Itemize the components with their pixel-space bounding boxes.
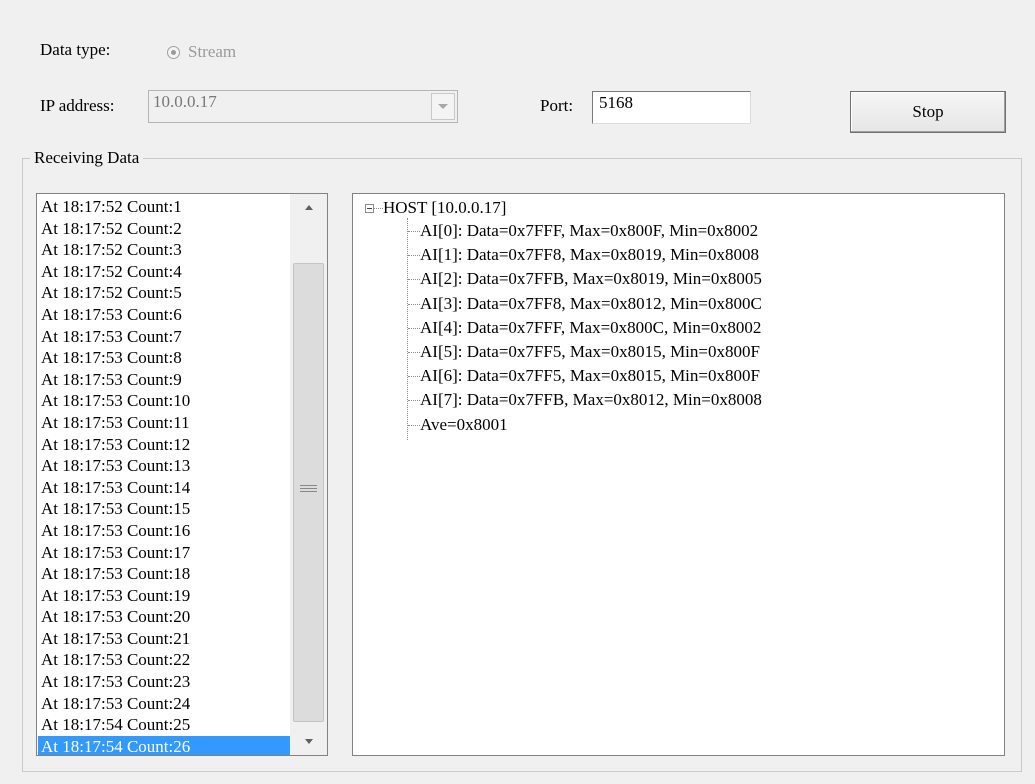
vertical-scrollbar[interactable] — [290, 194, 327, 755]
scroll-down-button[interactable] — [290, 728, 327, 755]
radio-icon — [167, 45, 180, 59]
list-item[interactable]: At 18:17:53 Count:12 — [38, 434, 290, 456]
tree-node[interactable]: Ave=0x8001 — [420, 414, 508, 436]
tree-node[interactable]: AI[6]: Data=0x7FF5, Max=0x8015, Min=0x80… — [420, 365, 760, 387]
scroll-up-icon — [304, 205, 313, 210]
tree-connector — [407, 218, 408, 440]
list-item[interactable]: At 18:17:53 Count:17 — [38, 542, 290, 564]
tree-connector — [408, 352, 420, 353]
list-item[interactable]: At 18:17:52 Count:3 — [38, 239, 290, 261]
list-item[interactable]: At 18:17:52 Count:5 — [38, 282, 290, 304]
list-item[interactable]: At 18:17:53 Count:15 — [38, 498, 290, 520]
port-value: 5168 — [599, 93, 633, 112]
stop-button[interactable]: Stop — [850, 91, 1006, 133]
data-tree-view[interactable]: HOST [10.0.0.17] AI[0]: Data=0x7FFF, Max… — [352, 193, 1005, 756]
tree-connector — [408, 400, 420, 402]
list-item[interactable]: At 18:17:53 Count:21 — [38, 628, 290, 650]
list-item[interactable]: At 18:17:54 Count:25 — [38, 714, 290, 736]
list-item[interactable]: At 18:17:53 Count:10 — [38, 390, 290, 412]
scroll-down-icon — [304, 739, 313, 744]
tree-content: HOST [10.0.0.17] AI[0]: Data=0x7FFF, Max… — [353, 194, 1004, 755]
list-item[interactable]: At 18:17:53 Count:13 — [38, 455, 290, 477]
grip-line — [300, 485, 317, 486]
tree-node[interactable]: AI[4]: Data=0x7FFF, Max=0x800C, Min=0x80… — [420, 317, 761, 339]
list-item[interactable]: At 18:17:53 Count:23 — [38, 671, 290, 693]
list-item[interactable]: At 18:17:52 Count:4 — [38, 261, 290, 283]
port-label: Port: — [540, 96, 574, 115]
list-item[interactable]: At 18:17:53 Count:20 — [38, 606, 290, 628]
stop-button-label: Stop — [912, 102, 944, 121]
receiving-data-title: Receiving Data — [30, 148, 144, 168]
tree-node[interactable]: AI[5]: Data=0x7FF5, Max=0x8015, Min=0x80… — [420, 341, 760, 363]
tree-node[interactable]: AI[1]: Data=0x7FF8, Max=0x8019, Min=0x80… — [420, 244, 759, 266]
dropdown-button[interactable] — [431, 93, 455, 120]
data-type-label: Data type: — [40, 40, 111, 59]
tree-connector — [408, 327, 420, 329]
list-item[interactable]: At 18:17:53 Count:11 — [38, 412, 290, 434]
ip-address-value: 10.0.0.17 — [153, 92, 217, 111]
tree-connector — [408, 376, 420, 378]
tree-node[interactable]: AI[7]: Data=0x7FFB, Max=0x8012, Min=0x80… — [420, 389, 762, 411]
list-item[interactable]: At 18:17:53 Count:16 — [38, 520, 290, 542]
list-item[interactable]: At 18:17:53 Count:19 — [38, 585, 290, 607]
collapse-icon[interactable] — [365, 204, 374, 213]
tree-connector — [408, 255, 420, 257]
scrollbar-thumb[interactable] — [293, 263, 324, 722]
list-item[interactable]: At 18:17:53 Count:6 — [38, 304, 290, 326]
tree-connector — [374, 208, 383, 209]
stream-radio[interactable]: Stream — [167, 42, 236, 62]
grip-line — [300, 491, 317, 492]
tree-node[interactable]: AI[3]: Data=0x7FF8, Max=0x8012, Min=0x80… — [420, 293, 762, 315]
list-item[interactable]: At 18:17:53 Count:18 — [38, 563, 290, 585]
list-item[interactable]: At 18:17:53 Count:24 — [38, 693, 290, 715]
ip-address-label: IP address: — [40, 96, 115, 115]
receive-log-items: At 18:17:52 Count:1 At 18:17:52 Count:2 At… — [38, 196, 290, 755]
list-item[interactable]: At 18:17:53 Count:8 — [38, 347, 290, 369]
tree-node[interactable]: AI[0]: Data=0x7FFF, Max=0x800F, Min=0x80… — [420, 220, 758, 242]
tree-connector — [408, 231, 420, 232]
stream-radio-label: Stream — [188, 42, 237, 61]
receive-log-listbox[interactable]: At 18:17:52 Count:1 At 18:17:52 Count:2 At… — [36, 193, 328, 756]
scroll-up-button[interactable] — [290, 194, 327, 221]
tree-connector — [408, 279, 420, 281]
grip-line — [300, 488, 317, 489]
list-item[interactable]: At 18:17:53 Count:9 — [38, 369, 290, 391]
ip-address-combobox[interactable]: 10.0.0.17 — [148, 90, 458, 123]
list-item[interactable]: At 18:17:52 Count:1 — [38, 196, 290, 218]
chevron-down-icon — [438, 104, 448, 109]
list-item[interactable]: At 18:17:54 Count:26 — [38, 735, 290, 755]
list-item[interactable]: At 18:17:53 Count:22 — [38, 649, 290, 671]
list-item[interactable]: At 18:17:53 Count:7 — [38, 326, 290, 348]
port-input[interactable]: 5168 — [592, 91, 751, 124]
tree-root-host[interactable]: HOST [10.0.0.17] — [383, 197, 506, 219]
tree-node[interactable]: AI[2]: Data=0x7FFB, Max=0x8019, Min=0x80… — [420, 268, 762, 290]
list-item[interactable]: At 18:17:53 Count:14 — [38, 477, 290, 499]
tree-connector — [408, 424, 420, 426]
tree-connector — [408, 303, 420, 305]
list-item[interactable]: At 18:17:52 Count:2 — [38, 218, 290, 240]
